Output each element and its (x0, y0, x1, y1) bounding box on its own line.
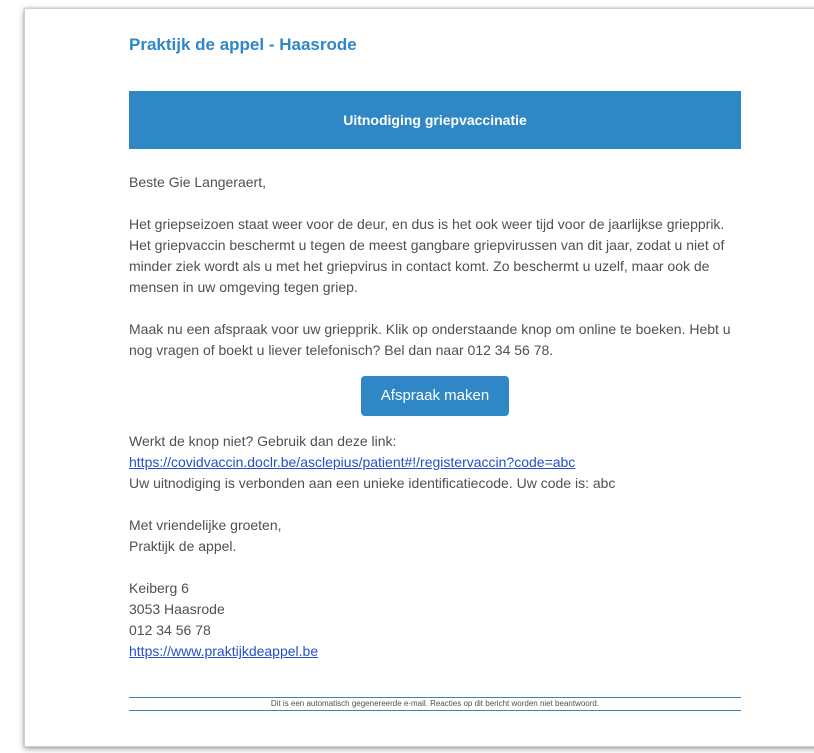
closing-signature: Praktijk de appel. (129, 538, 237, 554)
booking-paragraph: Maak nu een afspraak voor uw griepprik. … (129, 321, 731, 358)
fallback-prefix: Werkt de knop niet? Gebruik dan deze lin… (129, 433, 397, 449)
banner-title: Uitnodiging griepvaccinatie (343, 112, 527, 128)
sender-title: Praktijk de appel - Haasrode (129, 35, 357, 54)
email-window: Praktijk de appel - Haasrode Uitnodiging… (24, 8, 814, 747)
fallback-line: Werkt de knop niet? Gebruik dan deze lin… (129, 431, 741, 473)
intro-paragraph: Het griepseizoen staat weer voor de deur… (129, 216, 725, 295)
email-body: Beste Gie Langeraert, Het griepseizoen s… (129, 172, 741, 662)
address-city: 3053 Haasrode (129, 601, 225, 617)
footer-divider-top (129, 697, 741, 698)
fallback-link[interactable]: https://covidvaccin.doclr.be/asclepius/p… (129, 454, 575, 470)
closing-greeting: Met vriendelijke groeten, (129, 517, 282, 533)
greeting: Beste Gie Langeraert, (129, 174, 266, 190)
footer-note: Dit is een automatisch gegenereerde e-ma… (270, 699, 600, 708)
website-link[interactable]: https://www.praktijkdeappel.be (129, 643, 318, 659)
address-street: Keiberg 6 (129, 580, 189, 596)
code-line: Uw uitnodiging is verbonden aan een unie… (129, 475, 616, 491)
footer-divider-bottom (129, 710, 741, 711)
phone-number: 012 34 56 78 (129, 622, 211, 638)
make-appointment-button[interactable]: Afspraak maken (360, 376, 510, 416)
header-banner: Uitnodiging griepvaccinatie (129, 91, 741, 149)
button-container: Afspraak maken (129, 361, 741, 431)
